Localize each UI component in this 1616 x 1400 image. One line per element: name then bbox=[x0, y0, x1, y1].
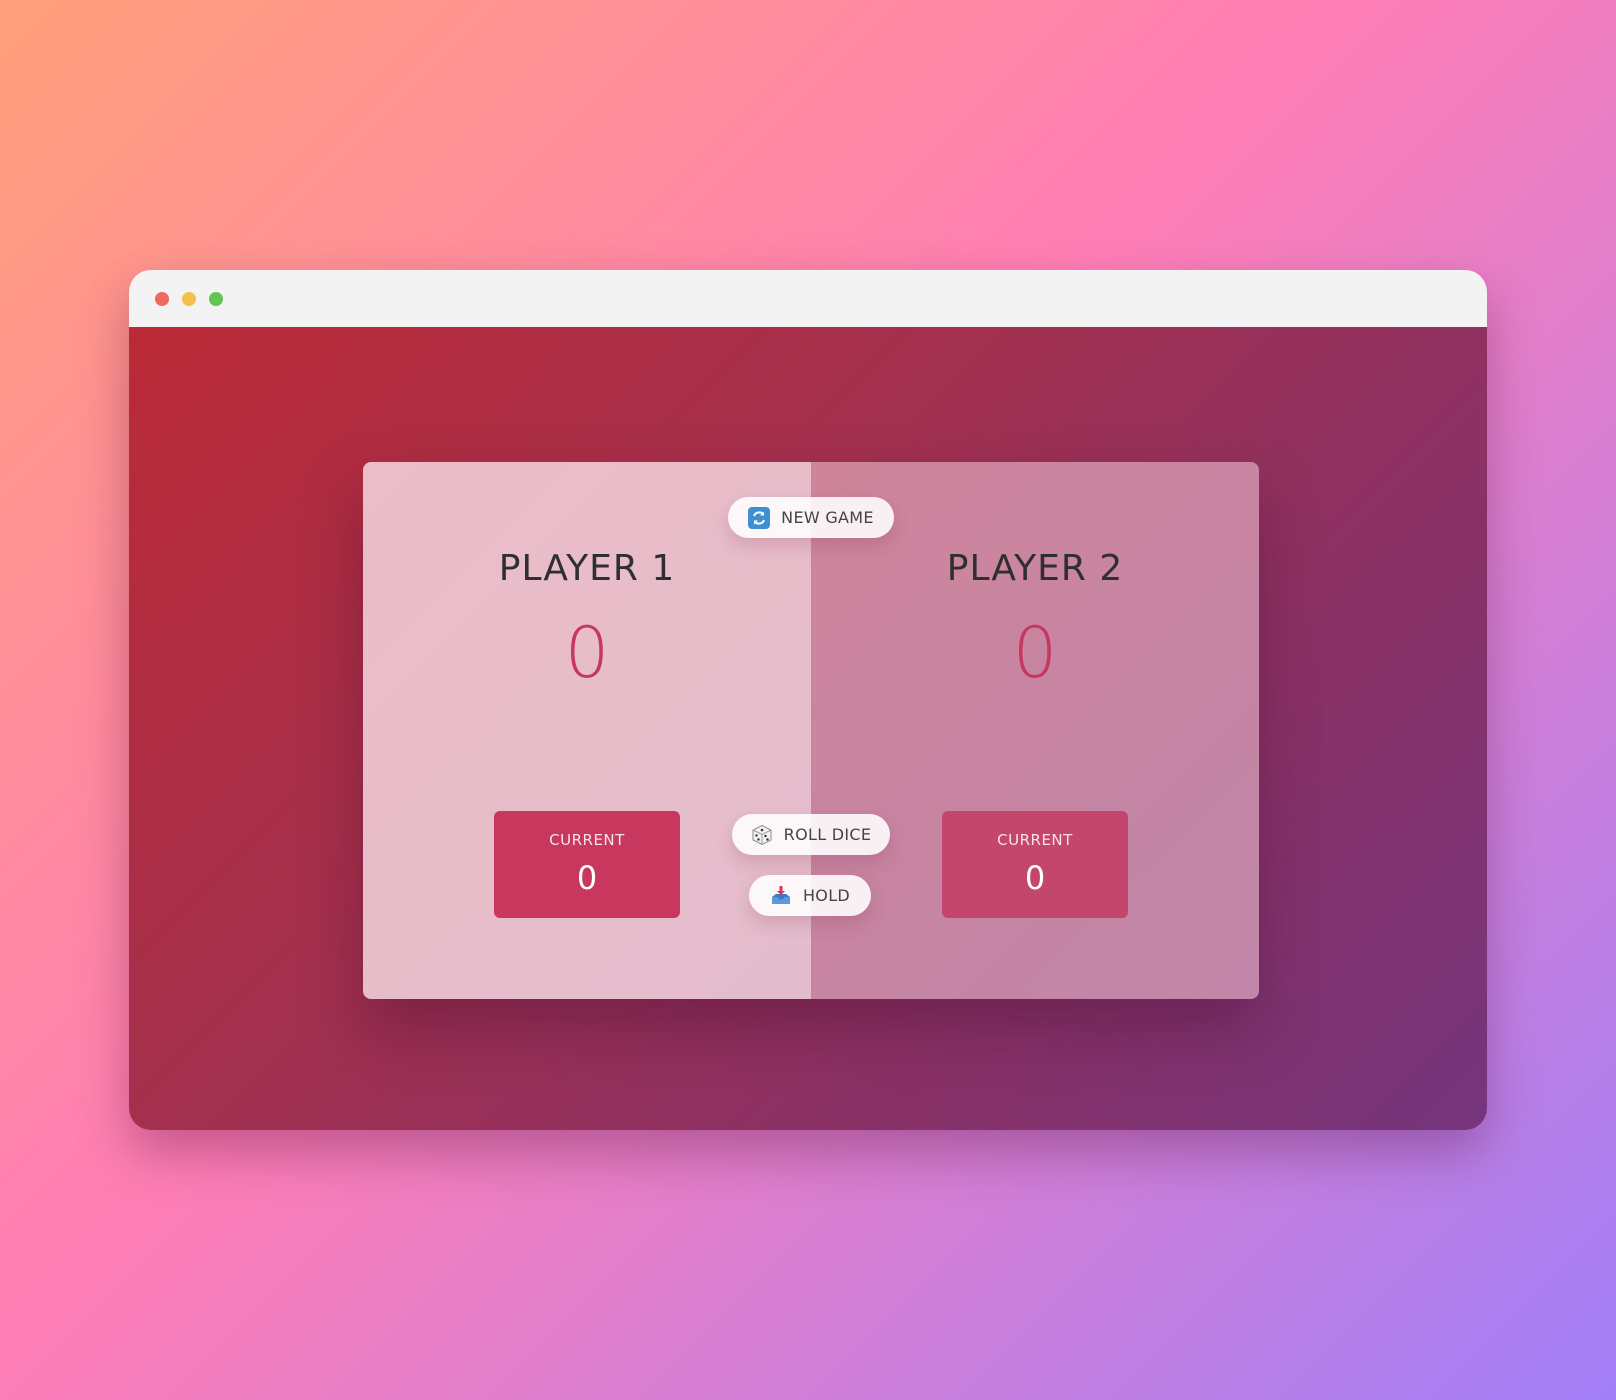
roll-dice-label: ROLL DICE bbox=[783, 825, 872, 844]
refresh-icon bbox=[748, 506, 771, 529]
player-1-score: 0 bbox=[564, 612, 610, 694]
player-2-name: PLAYER 2 bbox=[946, 548, 1124, 589]
player-1-name: PLAYER 1 bbox=[498, 548, 676, 589]
player-2-current-label: CURRENT bbox=[997, 831, 1073, 849]
hold-label: HOLD bbox=[802, 886, 851, 905]
player-2-current-box: CURRENT 0 bbox=[942, 811, 1128, 918]
player-1-current-box: CURRENT 0 bbox=[494, 811, 680, 918]
inbox-tray-icon bbox=[770, 885, 792, 907]
player-1-panel: PLAYER 1 0 CURRENT 0 bbox=[363, 462, 811, 999]
roll-dice-button[interactable]: ROLL DICE bbox=[732, 814, 890, 855]
maximize-window-button[interactable] bbox=[209, 292, 223, 306]
window-titlebar bbox=[129, 270, 1487, 327]
game-board: PLAYER 1 0 CURRENT 0 PLAYER 2 0 CURRENT … bbox=[363, 462, 1259, 999]
player-1-current-score: 0 bbox=[576, 859, 598, 897]
dice-icon bbox=[751, 824, 773, 846]
minimize-window-button[interactable] bbox=[182, 292, 196, 306]
page-content: PLAYER 1 0 CURRENT 0 PLAYER 2 0 CURRENT … bbox=[129, 327, 1487, 1130]
app-window: PLAYER 1 0 CURRENT 0 PLAYER 2 0 CURRENT … bbox=[129, 270, 1487, 1130]
player-2-current-score: 0 bbox=[1024, 859, 1046, 897]
new-game-button[interactable]: NEW GAME bbox=[728, 497, 894, 538]
player-2-panel: PLAYER 2 0 CURRENT 0 bbox=[811, 462, 1259, 999]
hold-button[interactable]: HOLD bbox=[749, 875, 871, 916]
player-1-current-label: CURRENT bbox=[549, 831, 625, 849]
new-game-label: NEW GAME bbox=[781, 508, 874, 527]
close-window-button[interactable] bbox=[155, 292, 169, 306]
player-2-score: 0 bbox=[1012, 612, 1058, 694]
